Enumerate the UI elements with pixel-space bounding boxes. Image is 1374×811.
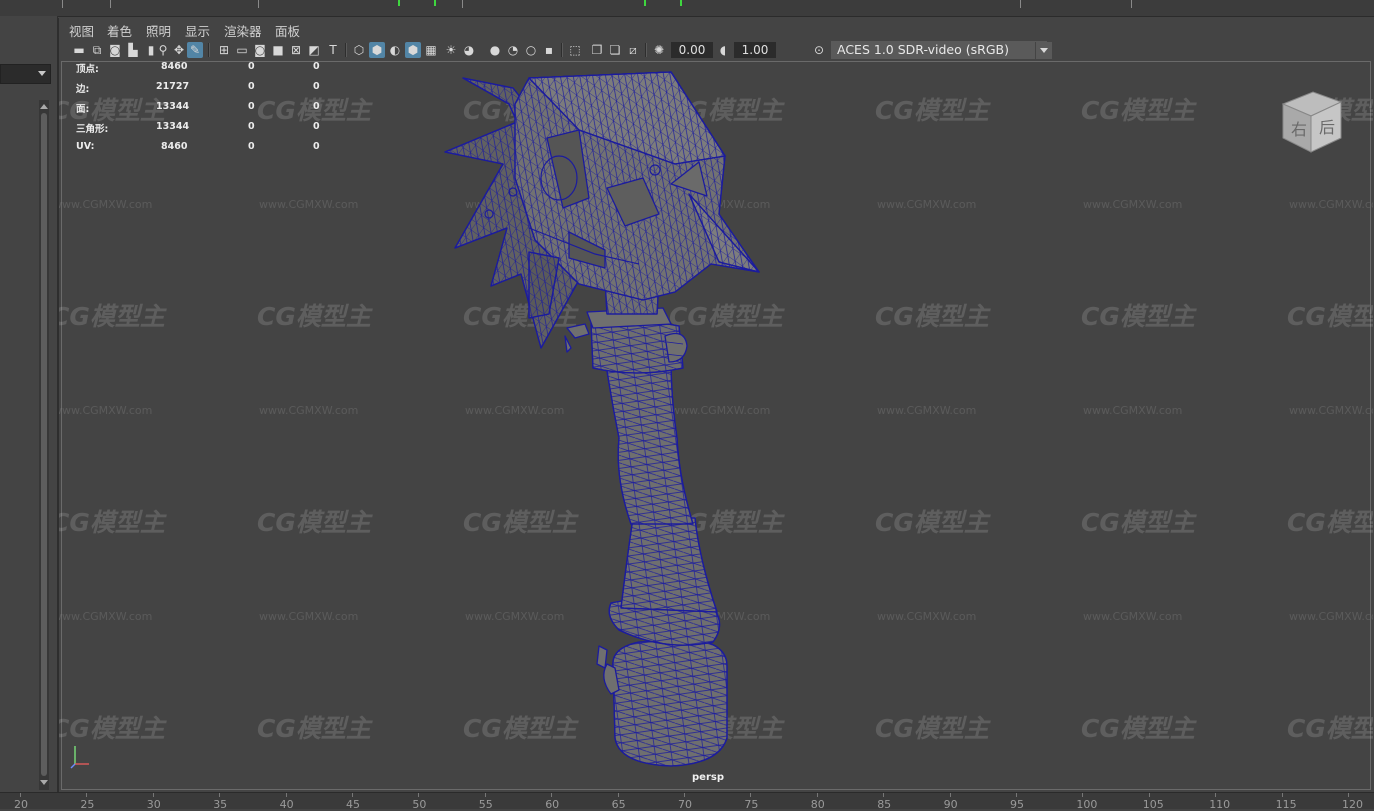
- scroll-down-arrow-icon[interactable]: [40, 780, 48, 785]
- ruler-tick: [617, 793, 619, 797]
- ruler-frame-label: 60: [545, 798, 560, 811]
- strip-tick: [62, 0, 63, 8]
- ruler-frame-label: 105: [1142, 798, 1164, 811]
- ruler-tick: [1016, 793, 1017, 797]
- ruler-frame-label: 115: [1275, 798, 1297, 811]
- ruler-tick: [285, 793, 287, 797]
- ruler-tick: [219, 793, 221, 797]
- view-cube-back-face[interactable]: 后: [1319, 114, 1335, 138]
- ruler-tick: [352, 793, 353, 797]
- ruler-tick: [949, 793, 951, 797]
- view-cube-right-face[interactable]: 右: [1291, 116, 1307, 140]
- playback-range-marker: [644, 0, 646, 6]
- ruler-tick: [684, 793, 685, 797]
- ruler-frame-label: 90: [943, 798, 958, 811]
- ruler-frame-label: 30: [146, 798, 161, 811]
- hammer-mesh[interactable]: [59, 18, 1373, 792]
- ruler-frame-label: 110: [1209, 798, 1231, 811]
- ruler-frame-label: 20: [14, 798, 28, 811]
- ruler-frame-label: 70: [678, 798, 692, 811]
- view-cube[interactable]: [1277, 86, 1349, 158]
- ruler-frame-label: 100: [1076, 798, 1098, 811]
- ruler-frame-label: 95: [1010, 798, 1024, 811]
- axis-gizmo: [70, 746, 89, 769]
- ruler-tick: [1082, 793, 1084, 797]
- scroll-up-arrow-icon[interactable]: [40, 104, 48, 109]
- perspective-viewport[interactable]: 视图 着色 照明 显示 渲染器 面板 ▬ ⧉ ◙ ▙ ▮ ⚲ ✥ ✎ ⊞ ▭ ◙…: [58, 18, 1373, 792]
- ruler-frame-label: 80: [810, 798, 825, 811]
- ruler-tick: [418, 793, 420, 797]
- left-side-panel: [0, 16, 58, 792]
- playback-range-marker: [434, 0, 436, 6]
- ruler-tick: [1215, 793, 1217, 797]
- strip-tick: [1131, 0, 1132, 8]
- ruler-frame-label: 75: [744, 798, 759, 811]
- strip-tick: [110, 0, 111, 8]
- ruler-frame-label: 35: [213, 798, 228, 811]
- camera-name-label: persp: [692, 772, 724, 783]
- ruler-tick: [484, 793, 486, 797]
- strip-tick: [258, 0, 259, 8]
- ruler-frame-label: 50: [412, 798, 427, 811]
- ruler-tick: [1148, 793, 1150, 797]
- ruler-frame-label: 65: [611, 798, 626, 811]
- ruler-frame-label: 85: [877, 798, 892, 811]
- ruler-tick: [883, 793, 885, 797]
- time-ruler[interactable]: 20 25 30 35 40 45 50 55 60 65 70 75 80 85 90 95 100 105 11…: [0, 792, 1374, 811]
- ruler-tick: [86, 793, 88, 797]
- ruler-tick: [1348, 793, 1349, 797]
- time-slider-strip[interactable]: [0, 0, 1374, 17]
- ruler-frame-label: 55: [478, 798, 493, 811]
- ruler-frame-label: 45: [346, 798, 360, 811]
- chevron-down-icon: [38, 71, 46, 76]
- ruler-frame-label: 25: [80, 798, 95, 811]
- playback-range-marker: [398, 0, 400, 6]
- ruler-tick: [750, 793, 752, 797]
- strip-tick: [462, 0, 463, 8]
- ruler-tick: [816, 793, 818, 797]
- strip-tick: [1020, 0, 1021, 8]
- ruler-tick: [20, 793, 21, 797]
- ruler-tick: [1281, 793, 1283, 797]
- scrollbar-thumb[interactable]: [41, 113, 47, 776]
- left-panel-dropdown[interactable]: [0, 64, 51, 84]
- playback-range-marker: [680, 0, 682, 6]
- ruler-tick: [551, 793, 553, 797]
- ruler-frame-label: 120: [1342, 798, 1363, 811]
- ruler-tick: [152, 793, 154, 797]
- ruler-frame-label: 40: [279, 798, 294, 811]
